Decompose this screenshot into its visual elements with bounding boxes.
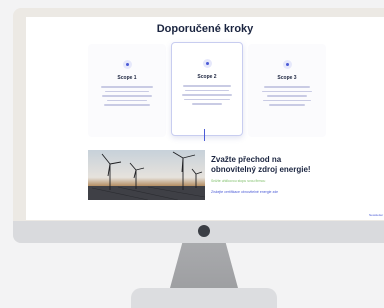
screen: Doporučené kroky Scope 1 Scope 2 Scope 3: [26, 17, 384, 220]
scope-card-2[interactable]: Scope 2: [171, 42, 243, 136]
scope-2-icon: [202, 59, 212, 68]
power-button-icon[interactable]: [198, 225, 210, 237]
cta-link[interactable]: Získejte certifikace obnovitelné energie…: [211, 190, 361, 194]
corner-link[interactable]: Newsletter: [369, 213, 383, 217]
scope-card-1[interactable]: Scope 1: [88, 44, 166, 137]
cta-heading-line1: Zvažte přechod na: [211, 155, 282, 164]
cta-subtitle: Snižte uhlíkovou stopu svou firmou: [211, 179, 266, 183]
scope-1-label: Scope 1: [117, 75, 137, 81]
scope-2-label: Scope 2: [197, 74, 217, 80]
scope-3-description: [259, 86, 315, 106]
monitor-stand-base: [131, 288, 277, 308]
scope-connector: [204, 129, 205, 141]
scope-3-label: Scope 3: [277, 75, 297, 81]
scope-card-3[interactable]: Scope 3: [248, 44, 326, 137]
scope-1-icon: [122, 60, 132, 69]
page-title: Doporučené kroky: [156, 23, 254, 35]
wind-turbine-image: [88, 150, 205, 200]
scope-2-description: [179, 85, 235, 105]
cta-heading: Zvažte přechod na obnovitelný zdroj ener…: [211, 155, 381, 175]
cta-heading-line2: obnovitelný zdroj energie!: [211, 165, 311, 174]
scope-1-description: [99, 86, 155, 106]
monitor-stand-neck: [170, 243, 238, 288]
scope-3-icon: [282, 60, 292, 69]
